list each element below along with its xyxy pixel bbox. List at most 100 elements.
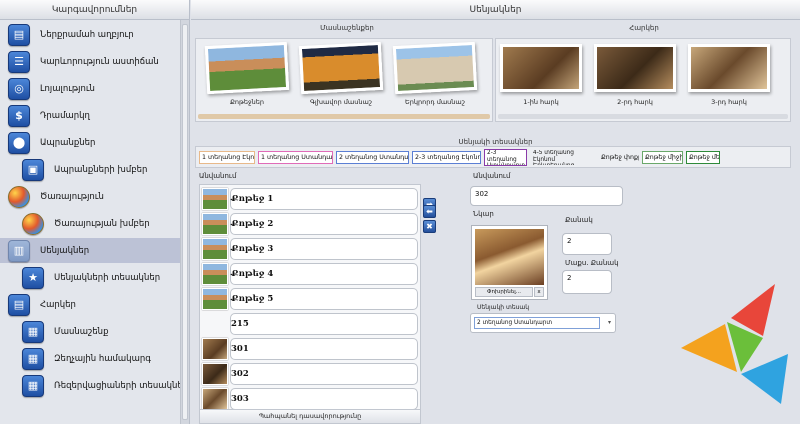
sidebar-item-label: Ներքրամահ աղբյուր (40, 29, 134, 40)
room-name: 302 (230, 363, 418, 385)
room-thumbnail (202, 288, 228, 310)
sidebar-item-2[interactable]: ◎ Լոյալություն (0, 76, 181, 101)
brand-logo (681, 284, 788, 404)
sidebar-item-0[interactable]: ▤ Ներքրամահ աղբյուր (0, 22, 181, 47)
room-thumbnail (202, 188, 228, 210)
image-label: Նկար (473, 210, 494, 218)
room-row[interactable]: 303 (200, 387, 420, 411)
palette-icon (8, 185, 30, 208)
room-row[interactable]: 215 (200, 312, 420, 336)
sidebar-item-label: Զեղչային համակարգ (54, 353, 151, 364)
sidebar-item-9[interactable]: ★ Սենյակների տեսակներ (0, 265, 181, 290)
floors-gallery-scrollbar[interactable] (498, 114, 788, 119)
room-type-chip[interactable]: 2-3 տեղանոց Ստանդարտ (484, 149, 527, 166)
room-list: Քոթեջ 1 Քոթեջ 2 Քոթեջ 3 Քոթեջ 4 Քոթեջ 5 215 30… (199, 184, 421, 424)
room-type-chip[interactable]: 2-3 տեղանոց Էկոնոմ (412, 151, 481, 164)
floors-title: Հարկեր (629, 24, 659, 32)
room-type-chip[interactable]: 4-5 տեղանոց Էկոնոմ Երկտեղանոց (530, 149, 596, 166)
sidebar-item-label: Սենյակներ (40, 245, 90, 256)
wing-icon: ▦ (22, 320, 44, 343)
room-type-label: Սենյակի տեսակ (477, 304, 530, 311)
sidebar: Կարգավորումներ ▤ Ներքրամահ աղբյուր ☰ Կարևոր… (0, 0, 190, 424)
sidebar-item-12[interactable]: ▦ Զեղչային համակարգ (0, 346, 181, 371)
room-row[interactable]: Քոթեջ 3 (200, 237, 420, 261)
sidebar-scroll-thumb[interactable] (182, 24, 188, 420)
sidebar-item-label: Հարկեր (40, 299, 76, 310)
sidebar-item-label: Դրամարկղ (40, 110, 90, 121)
room-type-chip[interactable]: 2 տեղանոց Ստանդարտ (336, 151, 409, 164)
sidebar-item-4[interactable]: ⬤ Ապրանքներ (0, 130, 181, 155)
room-name: Քոթեջ 1 (230, 188, 418, 210)
delete-button[interactable]: ✖ (423, 220, 436, 233)
browse-image-button[interactable]: Փոխրինել... (475, 287, 533, 297)
sidebar-item-1[interactable]: ☰ Կարևորություն աստիճան (0, 49, 181, 74)
dollar-icon: $ (8, 104, 30, 127)
floor-card[interactable]: 3-րդ հարկ (688, 44, 770, 106)
capacity-label: Քանակ (565, 216, 593, 224)
room-name: Քոթեջ 5 (230, 288, 418, 310)
building-card[interactable]: Գլխավոր մասնաշ (298, 41, 384, 106)
save-layout-button[interactable]: Պահպանել դասավորությունը (199, 409, 421, 424)
room-type-chip[interactable]: Քոթեջ միջին (642, 151, 683, 164)
building-photo (392, 41, 478, 95)
room-name: 303 (230, 388, 418, 410)
room-type-chip[interactable]: Քոթեջ փոքր (598, 151, 640, 164)
loyalty-icon: ◎ (8, 77, 30, 100)
floor-card[interactable]: 1-ին հարկ (500, 44, 582, 106)
building-photo (204, 41, 290, 95)
room-type-chip[interactable]: 1 տեղանոց Ստանդարտ (258, 151, 333, 164)
document-icon: ▤ (8, 23, 30, 46)
room-thumbnail (202, 363, 228, 385)
building-card[interactable]: Երկրորդ մասնաշ (392, 41, 478, 106)
room-row[interactable]: Քոթեջ 5 (200, 287, 420, 311)
room-row[interactable]: Քոթեջ 4 (200, 262, 420, 286)
room-row[interactable]: Քոթեջ 2 (200, 212, 420, 236)
room-thumbnail (202, 338, 228, 360)
building-caption: Գլխավոր մասնաշ (309, 98, 373, 106)
room-type-select[interactable]: 2 տեղանոց Ստանդարտ ▾ (470, 313, 616, 333)
buildings-gallery-scrollbar[interactable] (198, 114, 490, 119)
max-capacity-field[interactable]: 2 (562, 270, 612, 294)
capacity-field[interactable]: 2 (562, 233, 612, 255)
room-type-chip[interactable]: Քոթեջ մեծ (686, 151, 720, 164)
sidebar-item-6[interactable]: Ծառայություն (0, 184, 181, 209)
sidebar-scrollbar[interactable] (180, 20, 189, 424)
reservation-icon: ▦ (22, 374, 44, 397)
sidebar-item-label: Լոյալություն (40, 83, 95, 94)
floor-caption: 2-րդ հարկ (617, 98, 653, 106)
building-icon: ▥ (8, 239, 30, 262)
floor-card[interactable]: 2-րդ հարկ (594, 44, 676, 106)
sidebar-item-11[interactable]: ▦ Մասնաշենք (0, 319, 181, 344)
sidebar-item-10[interactable]: ▤ Հարկեր (0, 292, 181, 317)
arrow-left-icon: ⬅ (426, 207, 433, 216)
sidebar-item-13[interactable]: ▦ Ռեզերվացիաների տեսակներ (0, 373, 188, 398)
room-row[interactable]: 301 (200, 337, 420, 361)
clear-image-button[interactable]: x (534, 287, 544, 297)
previous-button[interactable]: ⬅ (423, 205, 436, 218)
room-type-chip[interactable]: 1 տեղանոց Էկոնոմ (199, 151, 255, 164)
room-thumbnail (202, 263, 228, 285)
room-name: Քոթեջ 4 (230, 263, 418, 285)
room-row[interactable]: 302 (200, 362, 420, 386)
room-thumbnail (202, 238, 228, 260)
sidebar-item-3[interactable]: $ Դրամարկղ (0, 103, 181, 128)
sidebar-item-7[interactable]: Ծառայության խմբեր (0, 211, 181, 236)
location-pin-icon: ⬤ (8, 131, 30, 154)
room-row[interactable]: Քոթեջ 1 (200, 187, 420, 211)
building-card[interactable]: Քոթեջներ (204, 41, 290, 106)
sidebar-item-label: Ծառայության խմբեր (54, 218, 150, 229)
room-type-select-value: 2 տեղանոց Ստանդարտ (474, 317, 600, 329)
floor-photo (500, 44, 582, 92)
list-label: Անվանում (199, 172, 237, 180)
sidebar-item-5[interactable]: ▣ Ապրանքների խմբեր (0, 157, 181, 182)
max-capacity-label: Մաքս. Քանակ (565, 259, 619, 267)
room-types-title: Սենյակի տեսակներ (458, 138, 533, 146)
room-types-bar: 1 տեղանոց Էկոնոմ1 տեղանոց Ստանդարտ2 տեղա… (195, 146, 791, 168)
sidebar-item-label: Մասնաշենք (54, 326, 109, 337)
sidebar-item-8[interactable]: ▥ Սենյակներ (0, 238, 181, 263)
floor-caption: 3-րդ հարկ (711, 98, 747, 106)
room-name-field[interactable]: 302 (470, 186, 623, 206)
sidebar-item-label: Սենյակների տեսակներ (54, 272, 161, 283)
room-thumbnail (202, 213, 228, 235)
floors-icon: ▤ (8, 293, 30, 316)
